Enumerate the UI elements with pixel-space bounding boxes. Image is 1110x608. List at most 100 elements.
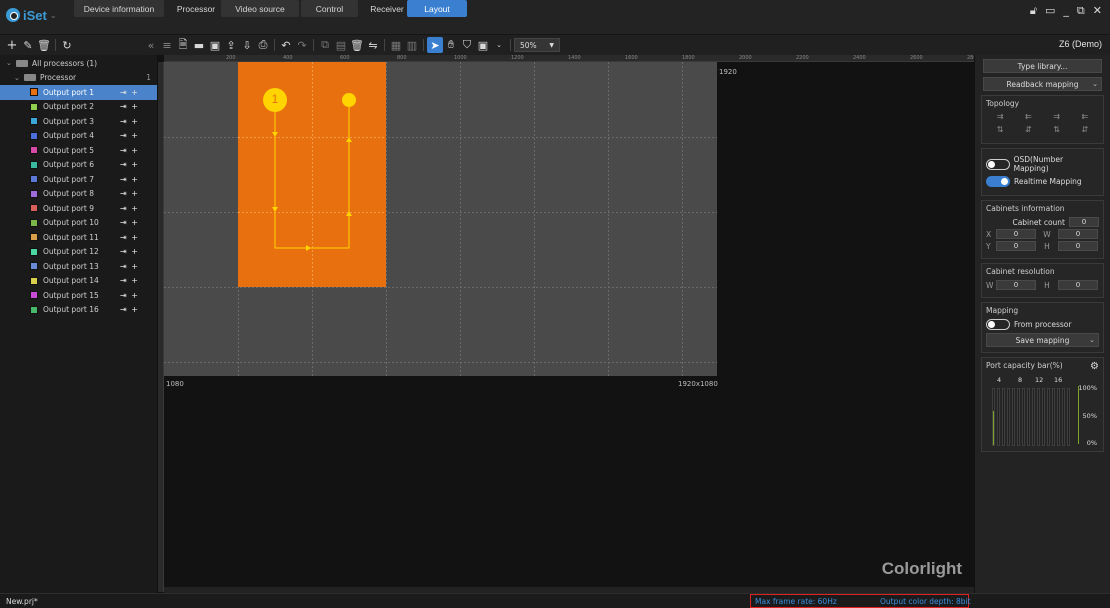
monitor-icon[interactable]: ▭ <box>1045 4 1055 18</box>
port-item[interactable]: Output port 15 ⇥ + <box>0 288 157 303</box>
port-add-icon[interactable]: ⇥ + <box>120 233 139 242</box>
port-item[interactable]: Output port 8 ⇥ + <box>0 187 157 202</box>
port-item[interactable]: Output port 1 ⇥ + <box>0 85 157 100</box>
port-add-icon[interactable]: ⇥ + <box>120 291 139 300</box>
port-add-icon[interactable]: ⇥ + <box>120 305 139 314</box>
undo-icon[interactable]: ↶ <box>278 37 294 53</box>
port-add-icon[interactable]: ⇥ + <box>120 218 139 227</box>
output-port-1-area[interactable]: 1 <box>238 62 386 287</box>
tree-root[interactable]: ⌄ All processors (1) <box>0 56 157 71</box>
port-add-icon[interactable]: ⇥ + <box>120 102 139 111</box>
clear-icon[interactable]: 🗑︎ <box>349 37 365 53</box>
tab-device-information[interactable]: Device information <box>74 0 164 17</box>
chevron-down-icon[interactable]: ⌄ <box>1092 80 1098 88</box>
topology-h-snake-icon[interactable]: ⇉ <box>997 112 1004 121</box>
download-icon[interactable]: ⇩ <box>239 37 255 53</box>
port-add-icon[interactable]: ⇥ + <box>120 204 139 213</box>
edit-icon[interactable]: ✎ <box>20 37 36 53</box>
screen-select-icon[interactable]: ▣ <box>475 37 491 53</box>
port-add-icon[interactable]: ⇥ + <box>120 160 139 169</box>
tab-video-source[interactable]: Video source <box>221 0 299 17</box>
x-field[interactable]: 0 <box>996 229 1036 239</box>
app-logo[interactable]: iSet ⌄ <box>6 6 57 24</box>
tab-processor[interactable]: Processor <box>176 0 216 17</box>
settings-gear-icon[interactable]: ⚙ <box>1090 361 1099 372</box>
port-item[interactable]: Output port 4 ⇥ + <box>0 129 157 144</box>
port-add-icon[interactable]: ⇥ + <box>120 262 139 271</box>
delete-icon[interactable]: 🗑︎ <box>36 37 52 53</box>
readback-mapping-button[interactable]: Readback mapping ⌄ <box>983 77 1102 91</box>
type-library-button[interactable]: Type library... <box>983 59 1102 73</box>
open-folder-icon[interactable]: ▬ <box>191 37 207 53</box>
topology-h-zigzag-alt-icon[interactable]: ⇇ <box>1082 112 1089 121</box>
refresh-icon[interactable]: ↻ <box>59 37 75 53</box>
print-icon[interactable]: ⎙ <box>255 37 271 53</box>
port-item[interactable]: Output port 14 ⇥ + <box>0 274 157 289</box>
y-field[interactable]: 0 <box>996 241 1036 251</box>
chevron-down-icon[interactable]: ⌄ <box>491 37 507 53</box>
port-add-icon[interactable]: ⇥ + <box>120 175 139 184</box>
port-item[interactable]: Output port 11 ⇥ + <box>0 230 157 245</box>
port-item[interactable]: Output port 5 ⇥ + <box>0 143 157 158</box>
topology-h-zigzag-icon[interactable]: ⇉ <box>1053 112 1060 121</box>
realtime-mapping-toggle[interactable] <box>986 176 1010 187</box>
upload-icon[interactable]: ⇪ <box>223 37 239 53</box>
port-add-icon[interactable]: ⇥ + <box>120 131 139 140</box>
port-item[interactable]: Output port 2 ⇥ + <box>0 100 157 115</box>
port-add-icon[interactable]: ⇥ + <box>120 276 139 285</box>
port-add-icon[interactable]: ⇥ + <box>120 189 139 198</box>
chevron-down-icon[interactable]: ⌄ <box>14 74 24 82</box>
layout-canvas[interactable]: 200 400 600 800 1000 1200 1400 1600 1800 2000 2200… <box>158 55 974 593</box>
lock-icon[interactable]: 🔓︎ <box>1030 4 1037 18</box>
topology-h-snake-alt-icon[interactable]: ⇇ <box>1025 112 1032 121</box>
port-add-icon[interactable]: ⇥ + <box>120 146 139 155</box>
port-add-icon[interactable]: ⇥ + <box>120 247 139 256</box>
res-h-field[interactable]: 0 <box>1058 280 1098 290</box>
port-item[interactable]: Output port 10 ⇥ + <box>0 216 157 231</box>
add-icon[interactable]: + <box>4 37 20 53</box>
tab-layout[interactable]: Layout <box>407 0 467 17</box>
chevron-down-icon[interactable]: ⌄ <box>6 59 16 67</box>
pointer-icon[interactable]: ➤ <box>427 37 443 53</box>
save-mapping-button[interactable]: Save mapping ⌄ <box>986 333 1099 347</box>
redo-icon[interactable]: ↷ <box>294 37 310 53</box>
select-route-icon[interactable]: ⛉ <box>459 37 475 53</box>
osd-toggle[interactable] <box>986 158 1010 170</box>
port-item[interactable]: Output port 7 ⇥ + <box>0 172 157 187</box>
port-item[interactable]: Output port 9 ⇥ + <box>0 201 157 216</box>
w-field[interactable]: 0 <box>1058 229 1098 239</box>
res-w-field[interactable]: 0 <box>996 280 1036 290</box>
topology-v-snake-alt-icon[interactable]: ⇵ <box>1025 125 1032 134</box>
port-item[interactable]: Output port 12 ⇥ + <box>0 245 157 260</box>
menu-icon[interactable]: ≡ <box>159 37 175 53</box>
save-icon[interactable]: ▣ <box>207 37 223 53</box>
h-field[interactable]: 0 <box>1058 241 1098 251</box>
from-processor-toggle[interactable] <box>986 319 1010 330</box>
topology-v-snake-icon[interactable]: ⇅ <box>997 125 1004 134</box>
align-icon[interactable]: ⇋ <box>365 37 381 53</box>
paste-icon[interactable]: ▤ <box>333 37 349 53</box>
copy-icon[interactable]: ⧉ <box>317 37 333 53</box>
port-item[interactable]: Output port 3 ⇥ + <box>0 114 157 129</box>
restore-icon[interactable]: ⧉ <box>1077 4 1085 18</box>
zoom-select[interactable]: 50% ▼ <box>514 38 560 52</box>
port-item[interactable]: Output port 16 ⇥ + <box>0 303 157 318</box>
port-add-icon[interactable]: ⇥ + <box>120 117 139 126</box>
close-icon[interactable]: ✕ <box>1093 4 1102 18</box>
cabinet-count-field[interactable]: 0 <box>1069 217 1099 227</box>
port-item[interactable]: Output port 13 ⇥ + <box>0 259 157 274</box>
layer-icon[interactable]: ▥ <box>404 37 420 53</box>
route-end-dot[interactable] <box>342 93 356 107</box>
screen-area[interactable]: 1 <box>164 62 717 376</box>
hand-icon[interactable]: ✋︎ <box>443 37 459 53</box>
chevron-down-icon[interactable]: ⌄ <box>1089 336 1095 344</box>
port-item[interactable]: Output port 6 ⇥ + <box>0 158 157 173</box>
topology-v-zigzag-icon[interactable]: ⇅ <box>1053 125 1060 134</box>
grid-icon[interactable]: ▦ <box>388 37 404 53</box>
new-file-icon[interactable]: 🗎︎ <box>175 37 191 53</box>
port-add-icon[interactable]: ⇥ + <box>120 88 139 97</box>
tree-processor[interactable]: ⌄ Processor 1 <box>0 71 157 86</box>
collapse-icon[interactable]: « <box>143 37 159 53</box>
tab-control[interactable]: Control <box>301 0 358 17</box>
minimize-icon[interactable]: _ <box>1063 4 1069 18</box>
